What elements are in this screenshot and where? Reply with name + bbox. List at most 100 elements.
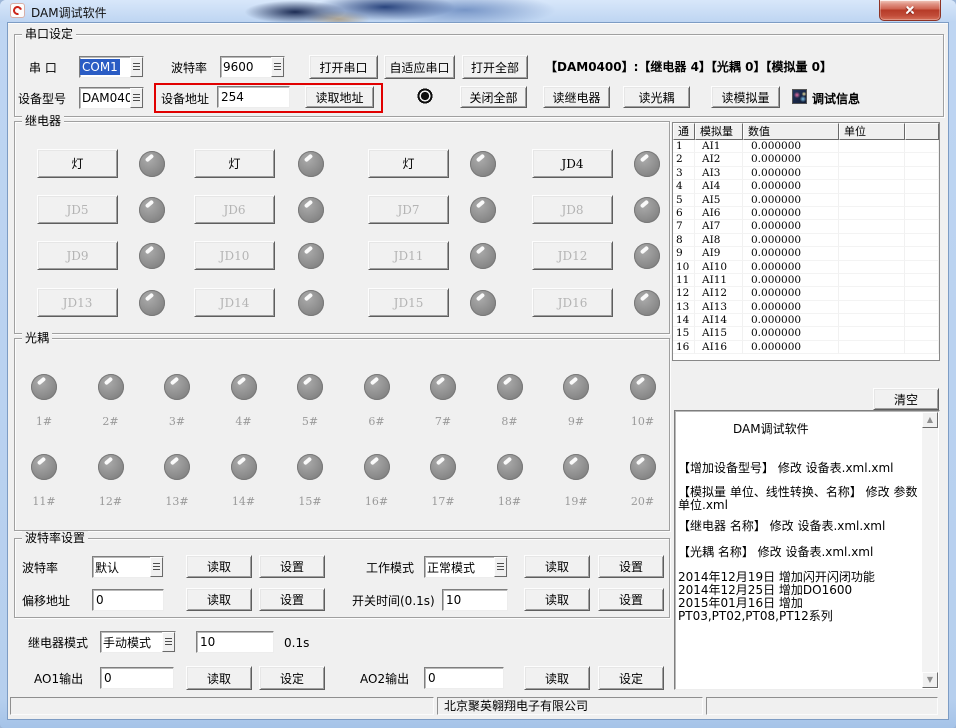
offset-address-input[interactable]: [92, 589, 164, 611]
close-all-button[interactable]: 关闭全部: [460, 86, 527, 108]
relay-led-15: [470, 290, 496, 316]
ao1-set-button[interactable]: 设定: [259, 666, 325, 690]
relay-button-15[interactable]: JD15: [368, 288, 449, 317]
read-relay-button[interactable]: 读继电器: [543, 86, 610, 108]
cell: AI13: [695, 301, 743, 314]
open-serial-button[interactable]: 打开串口: [309, 55, 378, 79]
table-row[interactable]: 10AI100.000000: [673, 261, 939, 274]
scroll-up-button[interactable]: ▲: [922, 412, 938, 428]
table-row[interactable]: 5AI50.000000: [673, 194, 939, 207]
table-row[interactable]: 2AI20.000000: [673, 153, 939, 166]
table-row[interactable]: 6AI60.000000: [673, 207, 939, 220]
switch-time-set-button[interactable]: 设置: [598, 588, 664, 611]
opto-led-label-10: 10#: [623, 415, 663, 428]
offset-read-button[interactable]: 读取: [186, 588, 252, 611]
table-row[interactable]: 16AI160.000000: [673, 341, 939, 354]
relay-button-3[interactable]: 灯: [368, 149, 449, 178]
ao2-read-button[interactable]: 读取: [524, 666, 590, 690]
read-analog-button[interactable]: 读模拟量: [711, 86, 780, 108]
relay-mode-time-input[interactable]: [196, 631, 274, 653]
analog-col-header-3[interactable]: 数值: [743, 123, 839, 140]
table-row[interactable]: 1AI10.000000: [673, 140, 939, 153]
relay-button-8[interactable]: JD8: [532, 195, 613, 224]
com-port-dropdown-icon[interactable]: [130, 57, 143, 77]
switch-time-read-button[interactable]: 读取: [524, 588, 590, 611]
ao2-output-input[interactable]: [424, 667, 504, 689]
switch-time-label: 开关时间(0.1s): [352, 594, 435, 608]
work-mode-read-button[interactable]: 读取: [524, 555, 590, 578]
analog-col-header-4[interactable]: 单位: [839, 123, 905, 140]
relay-button-6[interactable]: JD6: [194, 195, 275, 224]
relay-button-11[interactable]: JD11: [368, 241, 449, 270]
ao2-set-button[interactable]: 设定: [598, 666, 664, 690]
info-scrollbar[interactable]: ▲ ▼: [922, 412, 938, 688]
cell: 0.000000: [743, 207, 839, 220]
titlebar[interactable]: DAM调试软件: [0, 0, 956, 22]
cell: 0.000000: [743, 167, 839, 180]
cell: 0.000000: [743, 314, 839, 327]
relay-button-10[interactable]: JD10: [194, 241, 275, 270]
ao1-output-input[interactable]: [100, 667, 174, 689]
cell: [839, 180, 905, 193]
analog-col-header-5[interactable]: [905, 123, 939, 140]
device-model-label: 设备型号: [18, 92, 66, 106]
baud-setting-label: 波特率: [22, 561, 58, 575]
table-row[interactable]: 14AI140.000000: [673, 314, 939, 327]
clear-button[interactable]: 清空: [873, 388, 939, 410]
relay-group-title: 继电器: [22, 114, 64, 128]
adaptive-serial-button[interactable]: 自适应串口: [384, 55, 455, 79]
table-row[interactable]: 7AI70.000000: [673, 220, 939, 233]
work-mode-select[interactable]: 正常模式: [424, 556, 508, 578]
table-row[interactable]: 12AI120.000000: [673, 287, 939, 300]
info-text: DAM调试软件【增加设备型号】 修改 设备表.xml.xml【模拟量 单位、线性…: [678, 411, 919, 689]
opto-led-4: [231, 374, 257, 400]
baud-rate-dropdown-icon[interactable]: [271, 57, 284, 77]
opto-led-18: [497, 454, 523, 480]
work-mode-set-button[interactable]: 设置: [598, 555, 664, 578]
table-row[interactable]: 15AI150.000000: [673, 327, 939, 340]
relay-mode-select[interactable]: 手动模式: [100, 631, 176, 653]
close-button[interactable]: [879, 0, 941, 21]
opto-led-label-4: 4#: [224, 415, 264, 428]
relay-mode-dropdown-icon[interactable]: [162, 632, 175, 652]
read-opto-button[interactable]: 读光耦: [623, 86, 690, 108]
device-model-dropdown-icon[interactable]: [130, 88, 143, 108]
relay-button-5[interactable]: JD5: [37, 195, 118, 224]
baud-read-button[interactable]: 读取: [186, 555, 252, 578]
cell: 0.000000: [743, 234, 839, 247]
switch-time-input[interactable]: [442, 589, 508, 611]
table-row[interactable]: 13AI130.000000: [673, 301, 939, 314]
relay-button-14[interactable]: JD14: [194, 288, 275, 317]
com-port-select[interactable]: COM1: [79, 56, 144, 78]
relay-button-16[interactable]: JD16: [532, 288, 613, 317]
baud-setting-select[interactable]: 默认: [92, 556, 164, 578]
offset-set-button[interactable]: 设置: [259, 588, 325, 611]
scroll-down-button[interactable]: ▼: [922, 672, 938, 688]
relay-button-9[interactable]: JD9: [37, 241, 118, 270]
open-all-button[interactable]: 打开全部: [462, 55, 528, 79]
relay-button-13[interactable]: JD13: [37, 288, 118, 317]
table-row[interactable]: 3AI30.000000: [673, 167, 939, 180]
cell: [905, 207, 939, 220]
info-line-1: DAM调试软件: [733, 423, 919, 436]
relay-button-12[interactable]: JD12: [532, 241, 613, 270]
table-row[interactable]: 4AI40.000000: [673, 180, 939, 193]
read-address-button[interactable]: 读取地址: [305, 86, 374, 108]
table-row[interactable]: 8AI80.000000: [673, 234, 939, 247]
work-mode-dropdown-icon[interactable]: [494, 557, 507, 577]
table-row[interactable]: 11AI110.000000: [673, 274, 939, 287]
analog-col-header-2[interactable]: 模拟量: [695, 123, 743, 140]
relay-button-4[interactable]: JD4: [532, 149, 613, 178]
ao1-read-button[interactable]: 读取: [186, 666, 252, 690]
device-model-select[interactable]: DAM0400: [79, 87, 144, 109]
relay-button-7[interactable]: JD7: [368, 195, 449, 224]
baud-setting-dropdown-icon[interactable]: [150, 557, 163, 577]
device-address-input[interactable]: [217, 86, 290, 108]
table-row[interactable]: 9AI90.000000: [673, 247, 939, 260]
opto-led-17: [430, 454, 456, 480]
relay-button-1[interactable]: 灯: [37, 149, 118, 178]
baud-set-button[interactable]: 设置: [259, 555, 325, 578]
analog-col-header-1[interactable]: 通: [673, 123, 695, 140]
relay-button-2[interactable]: 灯: [194, 149, 275, 178]
baud-rate-select[interactable]: 9600: [220, 56, 285, 78]
